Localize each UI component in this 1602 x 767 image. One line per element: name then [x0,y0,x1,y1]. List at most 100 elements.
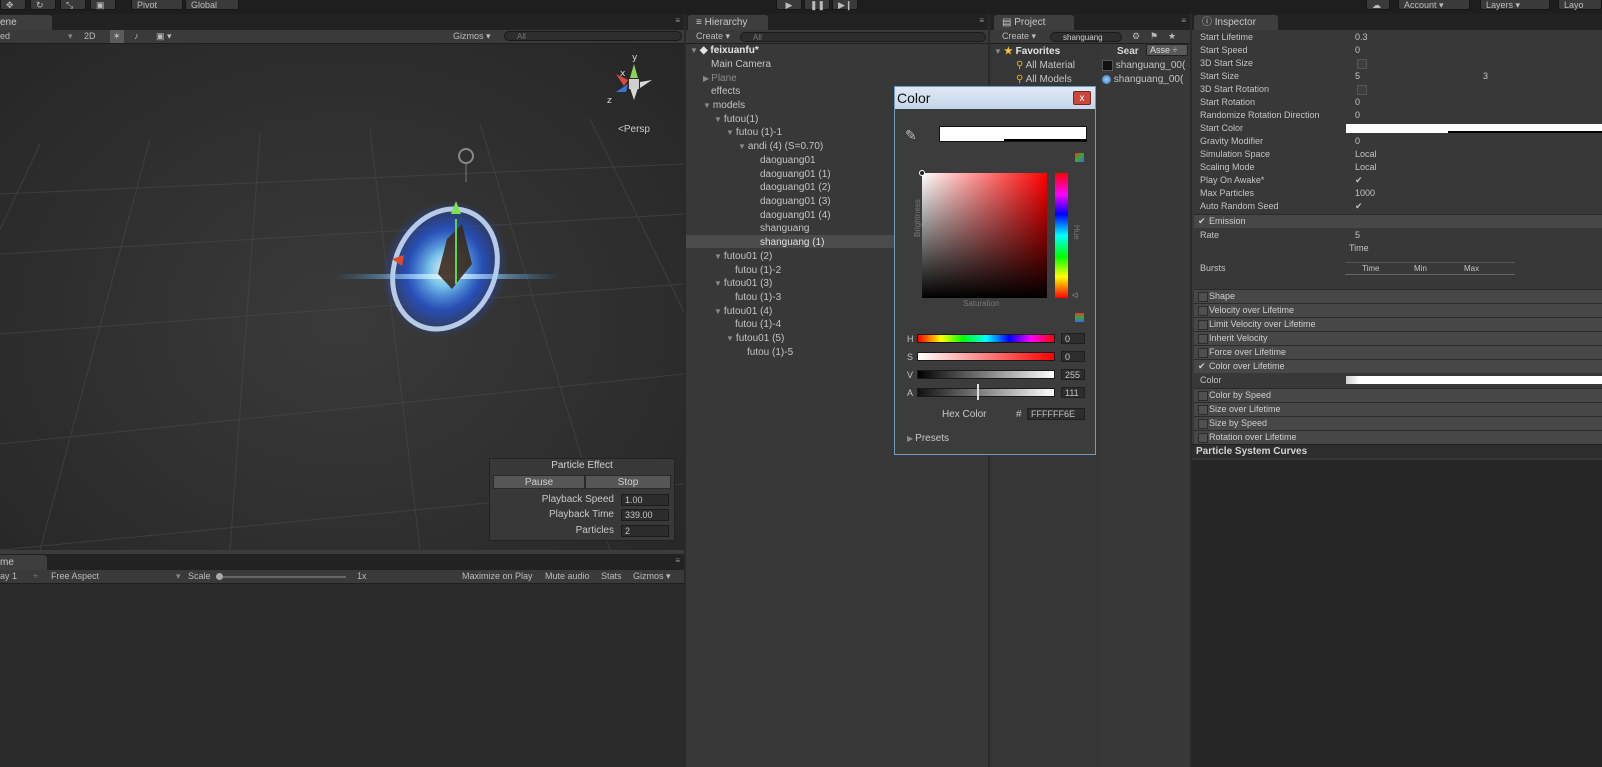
hierarchy-item-effects[interactable]: effects [711,85,740,98]
rect-tool-button[interactable]: ▣ [90,0,116,10]
color-dialog-titlebar[interactable]: Color x [895,87,1095,109]
hierarchy-item-shanguang[interactable]: shanguang [760,222,810,235]
start-lifetime-field[interactable]: 0.3 [1355,31,1368,44]
hierarchy-item-daoguang01-3[interactable]: daoguang01 (3) [760,195,831,208]
pivot-toggle[interactable]: Pivot [131,0,183,10]
module-checkbox[interactable] [1198,292,1208,302]
module-checkbox[interactable] [1198,306,1208,316]
module-velocity-over-lifetime[interactable]: Velocity over Lifetime [1194,303,1602,317]
module-color-by-speed[interactable]: Color by Speed [1194,388,1602,402]
draw-mode-dropdown[interactable]: ed [0,30,10,43]
scene-root-item[interactable]: ▼ ◆ feixuanfu* [690,44,759,57]
scale-tool-button[interactable]: ⤡ [60,0,86,10]
auto-random-seed-checkbox[interactable]: ✔ [1355,200,1363,213]
layout-dropdown[interactable]: Layo [1558,0,1602,10]
persp-label[interactable]: <Persp [618,124,650,135]
assets-scope-dropdown[interactable]: Asse ÷ [1146,44,1188,56]
2d-toggle[interactable]: 2D [84,30,96,43]
effects-toggle[interactable]: ▣ ▾ [156,30,172,43]
sv-picker-handle[interactable] [919,170,925,176]
module-checkbox[interactable] [1198,334,1208,344]
rate-mode-dropdown[interactable]: Time [1349,242,1369,255]
gizmos-dropdown[interactable]: Gizmos ▾ [453,30,491,43]
mute-audio-toggle[interactable]: Mute audio [545,570,590,583]
hue-slider-handle[interactable]: ◁ [1072,291,1077,299]
playback-speed-field[interactable]: 1.00 [621,494,669,506]
aspect-dropdown[interactable]: Free Aspect [51,570,99,583]
hierarchy-item-models[interactable]: ▼ models [703,99,745,112]
favorites-header[interactable]: ▼ ★ Favorites [994,45,1060,58]
module-checkbox[interactable] [1198,419,1208,429]
slider-mode-icon[interactable] [1075,313,1084,322]
hierarchy-item-futou1-1[interactable]: ▼ futou (1)-1 [726,126,782,139]
pause-particle-button[interactable]: Pause [493,475,585,489]
gravity-modifier-field[interactable]: 0 [1355,135,1360,148]
color-gradient-swatch[interactable] [1346,376,1602,384]
hierarchy-item-futou01-4[interactable]: ▼ futou01 (4) [714,305,772,318]
module-checkbox[interactable] [1198,320,1208,330]
hierarchy-item-futou01-5[interactable]: ▼ futou01 (5) [726,332,784,345]
play-on-awake-checkbox[interactable]: ✔ [1355,174,1363,187]
hierarchy-item-futou1-4[interactable]: futou (1)-4 [735,318,781,331]
hierarchy-create-dropdown[interactable]: Create ▾ [696,30,730,43]
project-search-input[interactable]: shanguang [1050,32,1122,42]
max-particles-field[interactable]: 1000 [1355,187,1375,200]
favorite-all-material[interactable]: ⚲ All Material [1016,59,1075,72]
panel-menu-icon[interactable]: ≡ [675,556,680,565]
s-value-field[interactable]: 0 [1061,351,1085,362]
tab-hierarchy[interactable]: ≡ Hierarchy [688,15,768,30]
global-toggle[interactable]: Global [185,0,239,10]
project-result-1[interactable]: shanguang_00( [1102,59,1185,72]
presets-foldout[interactable]: ▶ Presets [907,433,949,444]
module-limit-velocity[interactable]: Limit Velocity over Lifetime [1194,317,1602,331]
a-slider-handle[interactable] [977,384,980,400]
h-value-field[interactable]: 0 [1061,333,1085,344]
module-color-over-lifetime[interactable]: ✔ Color over Lifetime [1194,359,1602,373]
tab-project[interactable]: ▤ Project [994,15,1074,30]
hierarchy-item-daoguang01-2[interactable]: daoguang01 (2) [760,181,831,194]
v-value-field[interactable]: 255 [1061,369,1085,380]
play-button[interactable]: ▶ [776,0,802,10]
module-checkbox[interactable] [1198,405,1208,415]
step-button[interactable]: ▶❙ [832,0,858,10]
lighting-toggle[interactable]: ✶ [110,30,124,43]
module-rotation-over-lifetime[interactable]: Rotation over Lifetime [1194,430,1602,444]
module-checkbox[interactable] [1198,433,1208,443]
rate-field[interactable]: 5 [1355,229,1360,242]
scene-search-input[interactable]: All [504,31,682,41]
display-dropdown[interactable]: ay 1 [0,570,17,583]
rotate-tool-button[interactable]: ↻ [30,0,56,10]
module-checkbox[interactable] [1198,391,1208,401]
hierarchy-item-futou1-3[interactable]: futou (1)-3 [735,291,781,304]
project-result-2[interactable]: shanguang_00( [1102,73,1183,86]
pause-button[interactable]: ❚❚ [804,0,830,10]
emission-module-header[interactable]: ✔ Emission [1194,214,1602,228]
close-button[interactable]: x [1073,91,1091,105]
h-slider[interactable] [917,334,1055,343]
randomize-rotation-field[interactable]: 0 [1355,109,1360,122]
hierarchy-item-futou1[interactable]: ▼ futou(1) [714,113,758,126]
module-force-over-lifetime[interactable]: Force over Lifetime [1194,345,1602,359]
module-shape[interactable]: Shape [1194,289,1602,303]
3d-start-size-checkbox[interactable] [1357,59,1367,69]
move-tool-button[interactable]: ✥ [0,0,26,10]
module-size-by-speed[interactable]: Size by Speed [1194,416,1602,430]
hierarchy-item-futou1-2[interactable]: futou (1)-2 [735,264,781,277]
favorite-star-icon[interactable]: ★ [1168,30,1176,43]
hierarchy-search-input[interactable]: All [740,32,986,42]
hierarchy-item-daoguang01-4[interactable]: daoguang01 (4) [760,209,831,222]
module-inherit-velocity[interactable]: Inherit Velocity [1194,331,1602,345]
panel-menu-icon[interactable]: ≡ [1181,16,1186,25]
hierarchy-item-futou1-5[interactable]: futou (1)-5 [747,346,793,359]
a-slider[interactable] [917,388,1055,397]
start-size-min-field[interactable]: 5 [1355,70,1360,83]
tab-inspector[interactable]: ⓘ Inspector [1194,15,1278,30]
module-size-over-lifetime[interactable]: Size over Lifetime [1194,402,1602,416]
game-viewport[interactable] [0,584,684,767]
layers-dropdown[interactable]: Layers ▾ [1480,0,1550,10]
orientation-gizmo[interactable]: y x z [606,50,662,110]
playback-time-field[interactable]: 339.00 [621,509,669,521]
audio-toggle[interactable]: ♪ [134,30,139,43]
favorite-all-models[interactable]: ⚲ All Models [1016,73,1072,86]
hex-color-input[interactable]: FFFFFF6E [1027,408,1085,420]
